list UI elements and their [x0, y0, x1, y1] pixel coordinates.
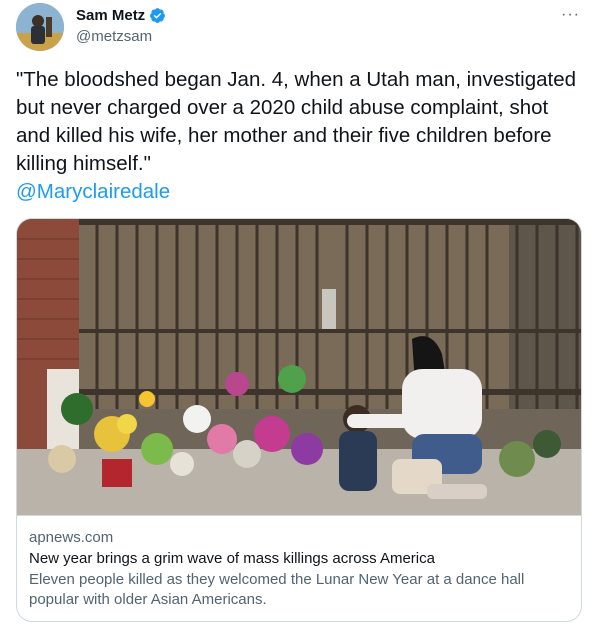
more-horizontal-icon[interactable]: ··· [561, 6, 580, 24]
tweet-text: "The bloodshed began Jan. 4, when a Utah… [16, 66, 582, 206]
card-image[interactable] [17, 219, 582, 515]
card-title: New year brings a grim wave of mass kill… [29, 550, 435, 567]
card-description: Eleven people killed as they welcomed th… [29, 571, 525, 608]
tweet-body: "The bloodshed began Jan. 4, when a Utah… [16, 68, 577, 175]
card-body[interactable]: apnews.com New year brings a grim wave o… [17, 515, 581, 610]
user-handle[interactable]: @metzsam [76, 28, 152, 45]
card-domain: apnews.com [29, 529, 114, 546]
avatar-photo [16, 3, 64, 51]
avatar[interactable] [16, 3, 64, 51]
verified-badge-icon [150, 8, 166, 23]
mention-link[interactable]: @Maryclairedale [16, 180, 170, 203]
link-card[interactable]: apnews.com New year brings a grim wave o… [16, 218, 582, 622]
display-name[interactable]: Sam Metz [76, 7, 145, 24]
